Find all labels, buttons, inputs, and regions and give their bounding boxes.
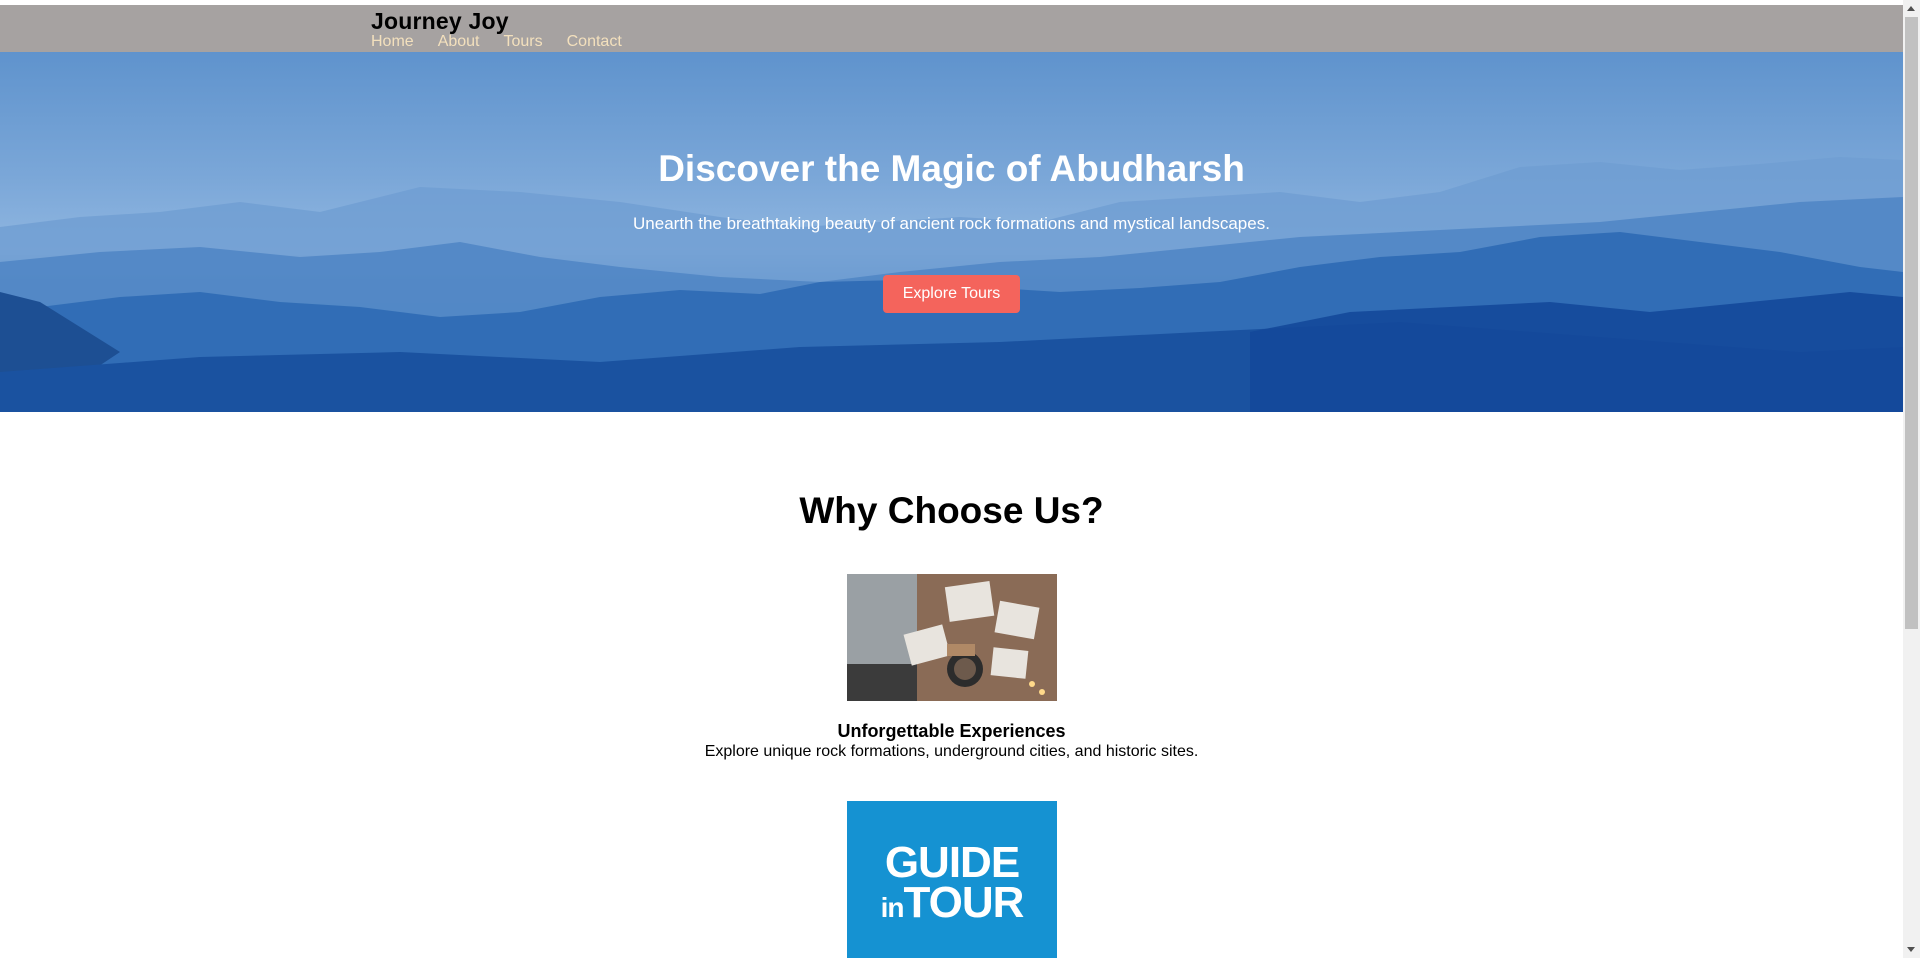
- nav-tours-link[interactable]: Tours: [504, 33, 543, 51]
- logo-word-in: in: [880, 892, 905, 923]
- guide-in-tour-logo: GUIDE inTOUR: [847, 801, 1057, 958]
- chevron-down-icon: [1907, 947, 1915, 952]
- guide-in-tour-logo-text: GUIDE inTOUR: [847, 838, 1057, 928]
- scroll-up-button[interactable]: [1903, 0, 1920, 17]
- logo-line-guide: GUIDE: [884, 838, 1020, 887]
- feature-title: Unforgettable Experiences: [837, 721, 1066, 741]
- brand-logo-text[interactable]: Journey Joy: [371, 8, 509, 35]
- photos-illustration: [847, 574, 1057, 701]
- hero-section: Discover the Magic of Abudharsh Unearth …: [0, 52, 1903, 412]
- logo-word-tour: TOUR: [903, 878, 1025, 927]
- hero-subtitle: Unearth the breathtaking beauty of ancie…: [633, 214, 1270, 233]
- why-choose-us-heading: Why Choose Us?: [799, 490, 1104, 531]
- site-header: Journey Joy Home About Tours Contact: [0, 5, 1903, 52]
- nav-contact-link[interactable]: Contact: [567, 33, 622, 51]
- feature-description: Explore unique rock formations, undergro…: [704, 743, 1199, 760]
- scroll-down-button[interactable]: [1903, 941, 1920, 958]
- chevron-up-icon: [1907, 6, 1915, 11]
- hero-title: Discover the Magic of Abudharsh: [658, 148, 1245, 189]
- main-nav: Home About Tours Contact: [371, 33, 646, 51]
- page: Journey Joy Home About Tours Contact Dis…: [0, 0, 1903, 958]
- explore-tours-button[interactable]: Explore Tours: [883, 275, 1020, 313]
- scrollbar-thumb[interactable]: [1905, 17, 1918, 629]
- photos-on-blanket-image: [847, 574, 1057, 701]
- vertical-scrollbar[interactable]: [1903, 0, 1920, 958]
- nav-home-link[interactable]: Home: [371, 33, 414, 51]
- nav-about-link[interactable]: About: [438, 33, 480, 51]
- logo-line-in-tour: inTOUR: [847, 881, 1057, 928]
